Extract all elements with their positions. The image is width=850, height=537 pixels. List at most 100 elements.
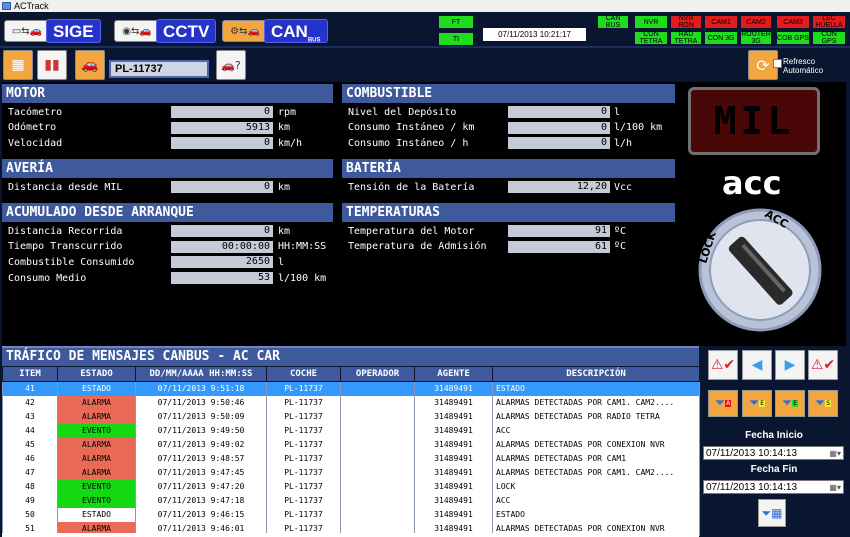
- fecha-cell: 07/11/2013 9:49:02: [135, 437, 267, 452]
- table-row[interactable]: 50 ESTADO 07/11/2013 9:46:15 PL-11737 314894…: [2, 507, 700, 522]
- status-router-3g: ROUTER 3G: [740, 31, 772, 45]
- motor-unit: rpm: [278, 106, 297, 118]
- agente-cell: 31489491: [414, 437, 493, 452]
- alarm-check-button[interactable]: ⚠✔: [708, 350, 738, 380]
- combustible-row: Consumo Instáneo / km 0 l/100 km: [348, 121, 678, 135]
- estado-cell: ESTADO: [57, 381, 136, 396]
- operador-cell: [340, 479, 415, 494]
- estado-cell: ALARMA: [57, 395, 136, 410]
- fecha-cell: 07/11/2013 9:47:20: [135, 479, 267, 494]
- acumulado-unit: l: [278, 256, 285, 268]
- sige-module-button[interactable]: ▭⇆🚗 SIGE: [4, 18, 101, 44]
- operador-cell: [340, 451, 415, 466]
- fecha-cell: 07/11/2013 9:47:45: [135, 465, 267, 480]
- table-row[interactable]: 42 ALARMA 07/11/2013 9:50:46 PL-11737 314894…: [2, 395, 700, 410]
- operador-cell: [340, 409, 415, 424]
- acumulado-row: Distancia Recorrida 0 km: [8, 224, 338, 238]
- motor-value: 0: [171, 137, 273, 150]
- next-button[interactable]: ▶: [775, 350, 805, 380]
- agente-cell: 31489491: [414, 395, 493, 410]
- combustible-value: 0: [508, 121, 610, 134]
- table-row[interactable]: 49 EVENTO 07/11/2013 9:47:18 PL-11737 314894…: [2, 493, 700, 508]
- plate-field[interactable]: PL-11737: [109, 60, 209, 78]
- combustible-value: 0: [508, 106, 610, 118]
- can-module-button[interactable]: ⚙⇆🚗 CANBUS: [222, 18, 328, 44]
- combustible-row: Consumo Instáneo / h 0 l/h: [348, 136, 678, 150]
- agente-cell: 31489491: [414, 493, 493, 508]
- filter-event-button[interactable]: ⏷ E: [742, 390, 772, 417]
- acumulado-value: 0: [171, 225, 273, 237]
- filter-red-icon: ⏷: [714, 396, 726, 411]
- car-question-icon: 🚗?: [221, 58, 241, 72]
- combustible-unit: l/h: [614, 137, 633, 149]
- top-bar: ▭⇆🚗 SIGE ◉⇆🚗 CCTV ⚙⇆🚗 CANBUS FT TI 07/11…: [0, 12, 850, 48]
- column-header[interactable]: AGENTE: [414, 366, 493, 382]
- table-row[interactable]: 43 ALARMA 07/11/2013 9:50:09 PL-11737 314894…: [2, 409, 700, 424]
- estado-cell: ALARMA: [57, 451, 136, 466]
- estado-cell: ALARMA: [57, 437, 136, 452]
- filter-date-button[interactable]: ⏷▦: [758, 499, 786, 527]
- auto-refresh-toggle[interactable]: Refresco Automático: [773, 57, 824, 75]
- motor-value: 0: [171, 106, 273, 118]
- acumulado-unit: km: [278, 225, 291, 237]
- cctv-module-button[interactable]: ◉⇆🚗 CCTV: [114, 18, 217, 44]
- auto-refresh-label-2: Automático: [783, 66, 824, 75]
- column-header[interactable]: COCHE: [266, 366, 341, 382]
- window-titlebar: ACTrack: [0, 0, 850, 12]
- combustible-label: Consumo Instáneo / h: [348, 137, 469, 149]
- can-label: CANBUS: [264, 19, 328, 43]
- mil-indicator: MIL: [688, 87, 820, 155]
- descripcion-cell: ALARMAS DETECTADAS POR CONEXION NVR: [492, 437, 700, 452]
- agente-cell: 31489491: [414, 507, 493, 522]
- status-nvr-ron: NVR RON: [670, 15, 702, 29]
- auto-refresh-label-1: Refresco: [783, 57, 816, 66]
- coche-cell: PL-11737: [266, 409, 341, 424]
- fecha-fin-picker[interactable]: 07/11/2013 10:14:13 ▦▾: [703, 480, 844, 494]
- item-cell: 44: [2, 423, 58, 438]
- temperaturas-unit: ºC: [614, 241, 627, 253]
- vehicle-button[interactable]: 🚗: [75, 50, 105, 80]
- arrow-right-icon: ▶: [784, 357, 796, 373]
- filter-green-button[interactable]: ⏷ E: [775, 390, 805, 417]
- operador-cell: [340, 507, 415, 522]
- vehicle-query-button[interactable]: 🚗?: [216, 50, 246, 80]
- motor-header: MOTOR: [2, 84, 333, 103]
- combustible-unit: l/100 km: [614, 122, 663, 134]
- operador-cell: [340, 437, 415, 452]
- status-cam1: CAM1: [704, 15, 738, 29]
- estado-cell: ALARMA: [57, 409, 136, 424]
- temperaturas-unit: ºC: [614, 225, 627, 237]
- fecha-inicio-label: Fecha Inicio: [745, 430, 803, 441]
- averia-header: AVERÍA: [2, 159, 333, 178]
- filter-alarm-button[interactable]: ⏷ A: [708, 390, 738, 417]
- column-header[interactable]: ESTADO: [57, 366, 136, 382]
- table-row[interactable]: 46 ALARMA 07/11/2013 9:48:57 PL-11737 314894…: [2, 451, 700, 466]
- filter-green-icon: ⏷: [781, 396, 793, 411]
- table-row[interactable]: 44 EVENTO 07/11/2013 9:49:50 PL-11737 314894…: [2, 423, 700, 438]
- table-scroll-area[interactable]: [2, 533, 699, 537]
- fecha-cell: 07/11/2013 9:50:09: [135, 409, 267, 424]
- column-header[interactable]: DESCRIPCIÓN: [492, 366, 700, 382]
- descripcion-cell: ALARMAS DETECTADAS POR CAM1: [492, 451, 700, 466]
- coche-cell: PL-11737: [266, 451, 341, 466]
- previous-button[interactable]: ◀: [742, 350, 772, 380]
- motor-label: Odómetro: [8, 122, 57, 134]
- grid-view-button[interactable]: ▦: [3, 50, 33, 80]
- auto-refresh-checkbox[interactable]: [773, 59, 782, 68]
- column-header[interactable]: ITEM: [2, 366, 58, 382]
- column-header[interactable]: OPERADOR: [340, 366, 415, 382]
- filter-status-button[interactable]: ⏷ S: [808, 390, 838, 417]
- fecha-inicio-picker[interactable]: 07/11/2013 10:14:13 ▦▾: [703, 446, 844, 460]
- column-header[interactable]: DD/MM/AAAA HH:MM:SS: [135, 366, 267, 382]
- table-row[interactable]: 41 ESTADO 07/11/2013 9:51:18 PL-11737 314894…: [2, 381, 700, 396]
- acumulado-unit: HH:MM:SS: [278, 241, 327, 253]
- fecha-cell: 07/11/2013 9:49:50: [135, 423, 267, 438]
- acumulado-value: 00:00:00: [171, 240, 273, 253]
- acc-status: acc: [722, 164, 782, 202]
- table-row[interactable]: 48 EVENTO 07/11/2013 9:47:20 PL-11737 314894…: [2, 479, 700, 494]
- table-row[interactable]: 47 ALARMA 07/11/2013 9:47:45 PL-11737 314894…: [2, 465, 700, 480]
- alarm-check-all-button[interactable]: ⚠✔: [808, 350, 838, 380]
- chart-view-button[interactable]: ▮▮: [37, 50, 67, 80]
- table-row[interactable]: 45 ALARMA 07/11/2013 9:49:02 PL-11737 314894…: [2, 437, 700, 452]
- arrow-left-icon: ◀: [751, 357, 763, 373]
